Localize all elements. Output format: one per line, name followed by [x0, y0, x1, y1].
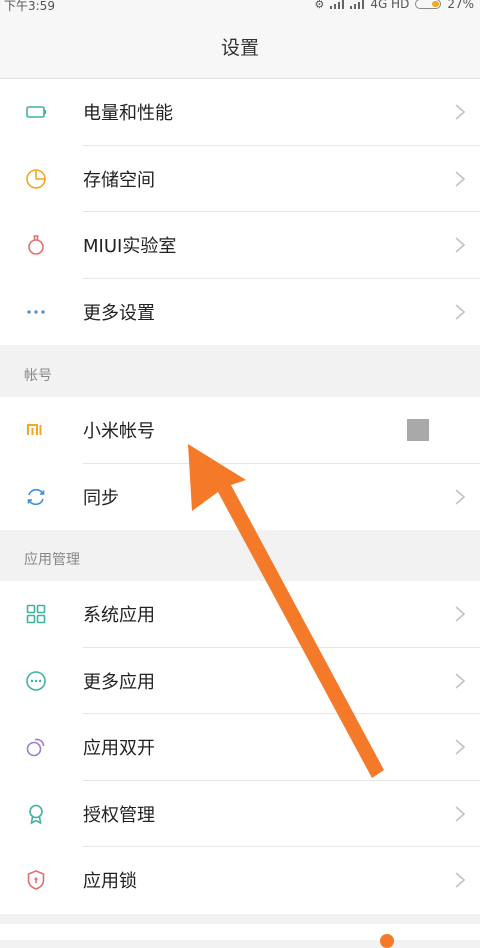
annotation-arrow-shape: [188, 444, 384, 778]
annotation-arrow: [188, 444, 384, 778]
